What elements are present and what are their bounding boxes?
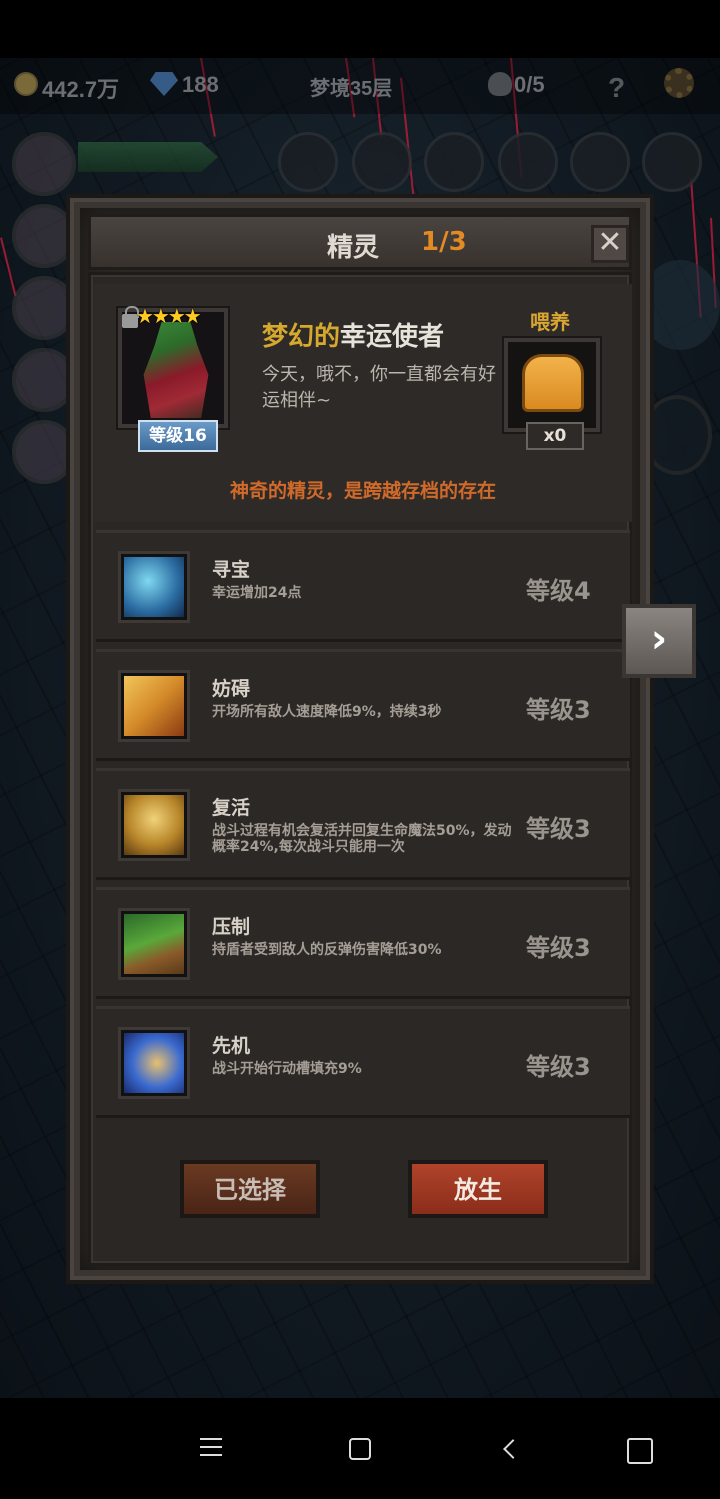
skill-description: 战斗开始行动槽填充9% <box>212 1061 362 1077</box>
skill-description: 持盾者受到敌人的反弹伤害降低30% <box>212 942 442 958</box>
system-nav-bar <box>0 1398 720 1499</box>
hero-avatar[interactable] <box>12 276 76 340</box>
kill-count: 0/5 <box>514 72 545 97</box>
scroll-icon[interactable] <box>570 132 630 192</box>
skull-icon <box>488 72 512 96</box>
close-button[interactable]: ✕ <box>591 225 629 263</box>
spirit-name-main: 幸运使者 <box>340 322 445 352</box>
dungeon-floor: 梦境35层 <box>310 78 393 100</box>
hero-avatar[interactable] <box>12 204 76 268</box>
spirit-dialog: 精灵 1/3 ✕ ★★★★ 等级16 梦幻的幸运使者 今天，哦不，你一直都会有好… <box>70 198 650 1280</box>
page-indicator: 1/3 <box>421 227 467 257</box>
skill-name: 复活 <box>212 797 251 819</box>
dancing-figure-icon <box>124 795 184 855</box>
beast-claw-icon <box>124 914 184 974</box>
enemy-portrait <box>640 260 720 350</box>
gear-icon[interactable] <box>664 68 694 98</box>
help-icon[interactable]: ? <box>608 72 625 104</box>
enemy-portrait <box>642 395 712 475</box>
bomb-icon[interactable] <box>352 132 412 192</box>
skill-row[interactable]: 先机 战斗开始行动槽填充9% 等级3 <box>96 1006 630 1118</box>
skill-description: 开场所有敌人速度降低9%，持续3秒 <box>212 704 442 720</box>
skill-description: 幸运增加24点 <box>212 585 302 601</box>
skill-name: 妨碍 <box>212 678 251 700</box>
release-button[interactable]: 放生 <box>408 1160 548 1218</box>
hero-avatar[interactable] <box>12 348 76 412</box>
feather-icon[interactable] <box>498 132 558 192</box>
selected-button[interactable]: 已选择 <box>180 1160 320 1218</box>
star-rating: ★★★★ <box>136 304 202 328</box>
spirit-name: 梦幻的幸运使者 <box>262 316 444 353</box>
skill-row[interactable]: 妨碍 开场所有敌人速度降低9%，持续3秒 等级3 <box>96 649 630 761</box>
silhouette-stars-icon <box>124 557 184 617</box>
resource-bar: 442.7万 188 梦境35层 0/5 ? <box>0 58 720 114</box>
bell-icon[interactable] <box>278 132 338 192</box>
skill-level: 等级4 <box>526 577 591 605</box>
health-bar <box>78 142 218 172</box>
hero-avatar[interactable] <box>12 132 76 196</box>
chained-boot-icon <box>124 676 184 736</box>
skill-description: 战斗过程有机会复活并回复生命魔法50%，发动概率24%,每次战斗只能用一次 <box>212 823 512 855</box>
skill-icon-frame <box>118 1027 190 1099</box>
coin-count: 442.7万 <box>42 77 120 102</box>
hero-avatar[interactable] <box>12 420 76 484</box>
gem-icon <box>150 72 178 96</box>
gem-count: 188 <box>182 72 219 97</box>
skill-row[interactable]: 压制 持盾者受到敌人的反弹伤害降低30% 等级3 <box>96 887 630 999</box>
status-bar <box>0 0 720 58</box>
expand-icon[interactable] <box>627 1438 653 1464</box>
spirit-image <box>143 322 209 418</box>
skill-level: 等级3 <box>526 815 591 843</box>
next-page-button[interactable]: › <box>622 604 696 678</box>
dialog-title: 精灵 <box>327 233 380 263</box>
home-icon[interactable] <box>349 1438 371 1460</box>
spirit-level-badge: 等级16 <box>138 420 218 452</box>
skill-name: 压制 <box>212 916 251 938</box>
skill-icon-frame <box>118 789 190 861</box>
spirit-name-prefix: 梦幻的 <box>262 322 341 352</box>
hero-portraits <box>12 132 76 492</box>
skill-name: 先机 <box>212 1035 251 1057</box>
skill-name: 寻宝 <box>212 559 251 581</box>
menu-icon[interactable] <box>200 1438 222 1456</box>
pumpkin-icon[interactable] <box>424 132 484 192</box>
leopard-icon <box>124 1033 184 1093</box>
spirit-tagline: 神奇的精灵，是跨越存档的存在 <box>229 480 496 502</box>
skill-row[interactable]: 寻宝 幸运增加24点 等级4 <box>96 530 630 642</box>
wand-icon[interactable] <box>642 132 702 192</box>
back-icon[interactable] <box>503 1439 523 1459</box>
bread-icon[interactable] <box>522 354 584 412</box>
skill-icon-frame <box>118 670 190 742</box>
feed-label: 喂养 <box>530 310 570 334</box>
skill-row[interactable]: 复活 战斗过程有机会复活并回复生命魔法50%，发动概率24%,每次战斗只能用一次… <box>96 768 630 880</box>
coin-icon <box>14 72 38 96</box>
skill-icon-frame <box>118 551 190 623</box>
spirit-description: 今天，哦不，你一直都会有好运相伴~ <box>262 364 496 411</box>
skill-level: 等级3 <box>526 1053 591 1081</box>
dialog-title-bar: 精灵 1/3 ✕ <box>88 214 632 270</box>
skill-level: 等级3 <box>526 696 591 724</box>
skill-level: 等级3 <box>526 934 591 962</box>
skill-icon-frame <box>118 908 190 980</box>
feed-count: x0 <box>526 422 584 450</box>
